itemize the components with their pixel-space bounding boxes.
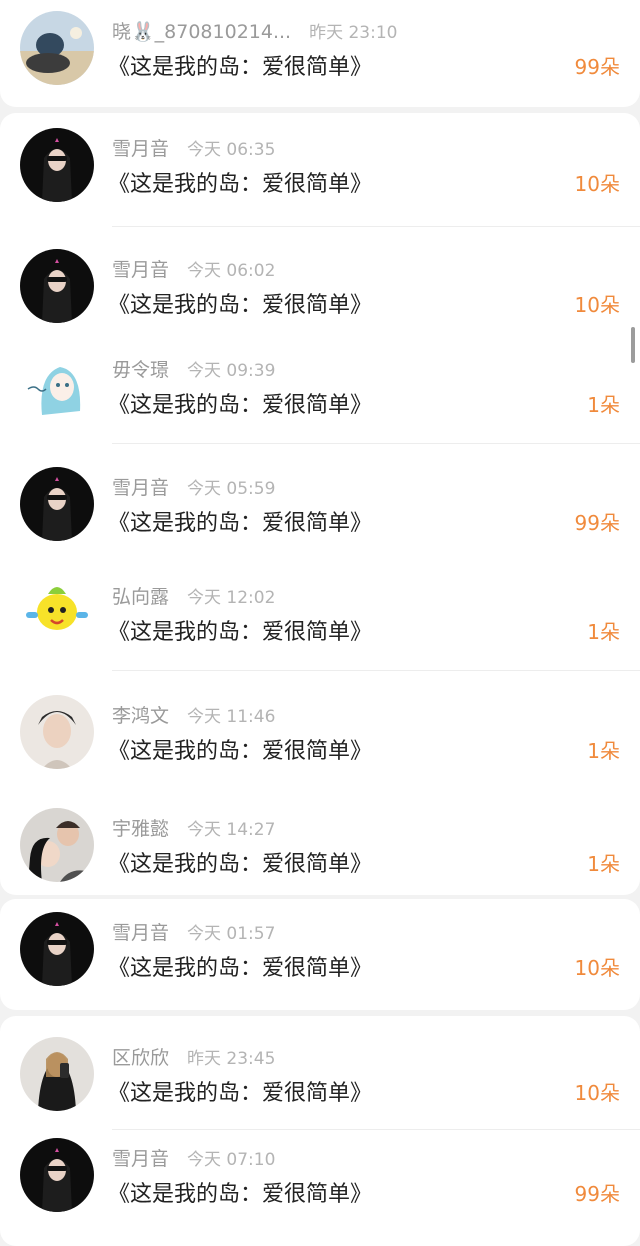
gift-card-2	[0, 113, 640, 895]
book-title: 《这是我的岛：爱很简单》	[108, 852, 373, 877]
flower-count: 1朵	[587, 620, 620, 644]
timestamp: 今天 06:35	[187, 139, 276, 160]
timestamp: 今天 11:46	[187, 706, 276, 727]
user-name: 晓🐰_870810214...	[112, 20, 292, 43]
book-title: 《这是我的岛：爱很简单》	[108, 293, 373, 318]
avatar[interactable]	[20, 349, 94, 423]
book-title: 《这是我的岛：爱很简单》	[108, 739, 373, 764]
user-name: 毋令璟	[112, 358, 170, 381]
beach-photo-avatar-icon	[20, 11, 94, 85]
user-name: 雪月音	[112, 137, 170, 160]
flower-count: 1朵	[587, 852, 620, 876]
divider	[112, 226, 640, 227]
dark-hair-girl-avatar-icon	[20, 912, 94, 986]
avatar[interactable]	[20, 912, 94, 986]
flower-count: 99朵	[574, 1182, 620, 1206]
avatar[interactable]	[20, 467, 94, 541]
avatar[interactable]	[20, 11, 94, 85]
flower-count: 1朵	[587, 393, 620, 417]
avatar[interactable]	[20, 249, 94, 323]
avatar[interactable]	[20, 808, 94, 882]
user-name: 弘向露	[112, 585, 170, 608]
couple-photo-avatar-icon	[20, 808, 94, 882]
divider	[112, 443, 640, 444]
book-title: 《这是我的岛：爱很简单》	[108, 1081, 373, 1106]
dark-hair-girl-avatar-icon	[20, 467, 94, 541]
divider	[112, 670, 640, 671]
timestamp: 今天 12:02	[187, 587, 276, 608]
divider	[112, 1129, 640, 1130]
avatar[interactable]	[20, 695, 94, 769]
timestamp: 今天 06:02	[187, 260, 276, 281]
book-title: 《这是我的岛：爱很简单》	[108, 956, 373, 981]
user-name: 李鸿文	[112, 704, 170, 727]
book-title: 《这是我的岛：爱很简单》	[108, 511, 373, 536]
avatar[interactable]	[20, 128, 94, 202]
mirror-selfie-avatar-icon	[20, 1037, 94, 1111]
book-title: 《这是我的岛：爱很简单》	[108, 620, 373, 645]
flower-count: 10朵	[574, 1081, 620, 1105]
user-name: 区欣欣	[112, 1046, 170, 1069]
avatar[interactable]	[20, 576, 94, 650]
timestamp: 今天 07:10	[187, 1149, 276, 1170]
flower-count: 10朵	[574, 172, 620, 196]
scrollbar[interactable]	[631, 327, 635, 363]
flower-count: 10朵	[574, 293, 620, 317]
flower-count: 99朵	[574, 511, 620, 535]
timestamp: 昨天 23:45	[187, 1048, 276, 1069]
yellow-cartoon-avatar-icon	[20, 576, 94, 650]
timestamp: 今天 09:39	[187, 360, 276, 381]
user-name: 雪月音	[112, 258, 170, 281]
man-portrait-avatar-icon	[20, 695, 94, 769]
user-name: 雪月音	[112, 476, 170, 499]
timestamp: 昨天 23:10	[309, 22, 398, 43]
timestamp: 今天 14:27	[187, 819, 276, 840]
dark-hair-girl-avatar-icon	[20, 249, 94, 323]
book-title: 《这是我的岛：爱很简单》	[108, 393, 373, 418]
user-name: 雪月音	[112, 1147, 170, 1170]
book-title: 《这是我的岛：爱很简单》	[108, 55, 373, 80]
book-title: 《这是我的岛：爱很简单》	[108, 1182, 373, 1207]
user-name: 雪月音	[112, 921, 170, 944]
timestamp: 今天 05:59	[187, 478, 276, 499]
timestamp: 今天 01:57	[187, 923, 276, 944]
gift-card-4	[0, 1016, 640, 1246]
avatar[interactable]	[20, 1037, 94, 1111]
flower-count: 1朵	[587, 739, 620, 763]
avatar[interactable]	[20, 1138, 94, 1212]
user-name: 宇雅懿	[112, 817, 170, 840]
dark-hair-girl-avatar-icon	[20, 1138, 94, 1212]
anime-girl-avatar-icon	[20, 349, 94, 423]
flower-count: 10朵	[574, 956, 620, 980]
book-title: 《这是我的岛：爱很简单》	[108, 172, 373, 197]
flower-count: 99朵	[574, 55, 620, 79]
dark-hair-girl-avatar-icon	[20, 128, 94, 202]
